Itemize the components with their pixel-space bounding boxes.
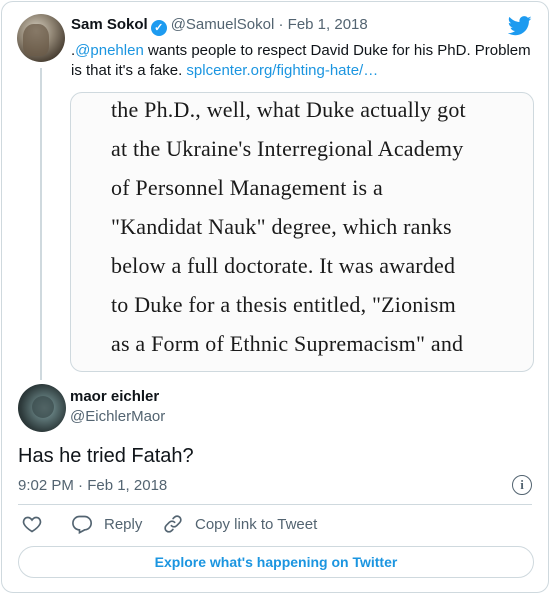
image-text-line: to Duke for a thesis entitled, "Zionism xyxy=(111,292,456,317)
reply-label: Reply xyxy=(104,515,143,533)
reply-author-handle[interactable]: @EichlerMaor xyxy=(70,408,165,425)
image-text-line: the Ph.D., well, what Duke actually got xyxy=(111,97,466,122)
copy-link-button[interactable]: Copy link to Tweet xyxy=(163,514,317,534)
twitter-bird-icon[interactable] xyxy=(508,16,532,36)
tweet-embed-card: Sam Sokol ✓ @SamuelSokol · Feb 1, 2018 .@p… xyxy=(1,1,549,593)
tweet-date[interactable]: Feb 1, 2018 xyxy=(288,16,368,33)
avatar-maor-eichler[interactable] xyxy=(18,384,66,432)
article-link[interactable]: splcenter.org/fighting-hate/… xyxy=(186,62,378,79)
tweet-image[interactable]: the Ph.D., well, what Duke actually got … xyxy=(70,92,534,372)
like-button[interactable] xyxy=(22,514,42,534)
parent-tweet-header: Sam Sokol ✓ @SamuelSokol · Feb 1, 2018 xyxy=(71,16,368,36)
copy-link-label: Copy link to Tweet xyxy=(195,515,318,533)
header-separator: · xyxy=(278,16,284,33)
link-icon xyxy=(164,515,182,533)
reply-button[interactable]: Reply xyxy=(72,514,142,534)
verified-badge-icon: ✓ xyxy=(150,20,167,36)
image-text-line: as a Form of Ethnic Supremacism" and xyxy=(111,331,464,356)
info-icon[interactable]: i xyxy=(512,475,532,495)
explore-twitter-button[interactable]: Explore what's happening on Twitter xyxy=(18,546,534,578)
image-text-line: at the Ukraine's Interregional Academy xyxy=(111,136,464,161)
reply-timestamp[interactable]: 9:02 PM · Feb 1, 2018 xyxy=(18,477,167,494)
image-text-line: "Kandidat Nauk" degree, which ranks xyxy=(111,214,452,239)
reply-tweet-text: Has he tried Fatah? xyxy=(18,445,194,467)
parent-tweet-text: .@pnehlen wants people to respect David … xyxy=(71,41,533,81)
avatar-sam-sokol[interactable] xyxy=(17,14,65,62)
reply-icon xyxy=(72,515,92,534)
author-name[interactable]: Sam Sokol xyxy=(71,16,148,33)
divider xyxy=(18,504,532,505)
thread-line xyxy=(40,68,42,380)
heart-icon xyxy=(22,516,42,533)
author-handle[interactable]: @SamuelSokol xyxy=(171,16,275,33)
image-text-line: below a full doctorate. It was awarded xyxy=(111,253,456,278)
reply-author-name[interactable]: maor eichler xyxy=(70,388,159,405)
image-text-line: of Personnel Management is a xyxy=(111,175,383,200)
mention-link[interactable]: @pnehlen xyxy=(75,42,144,59)
